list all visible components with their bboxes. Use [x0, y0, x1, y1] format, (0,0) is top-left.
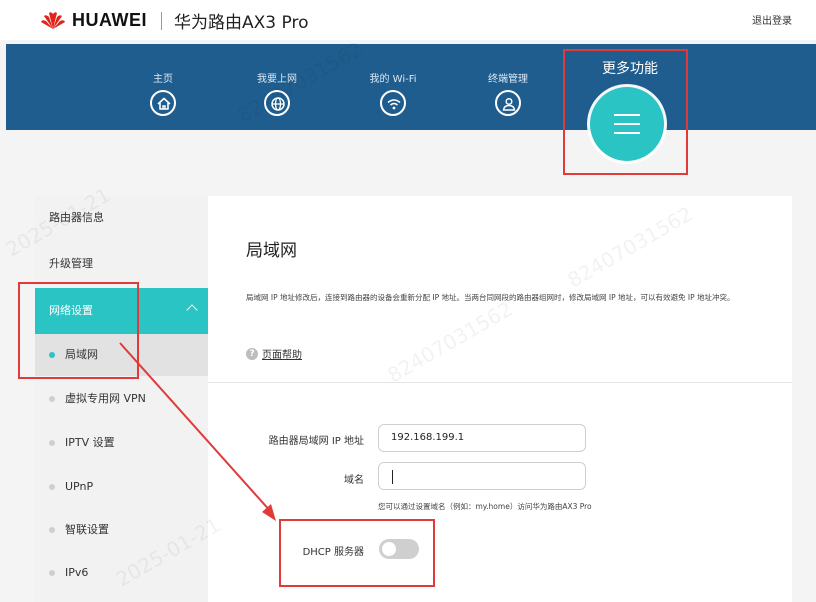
annotation-arrow	[119, 342, 276, 521]
router-admin-page: HUAWEI 华为路由AX3 Pro 退出登录 主页 我要上网 我的 Wi-Fi	[0, 0, 816, 602]
